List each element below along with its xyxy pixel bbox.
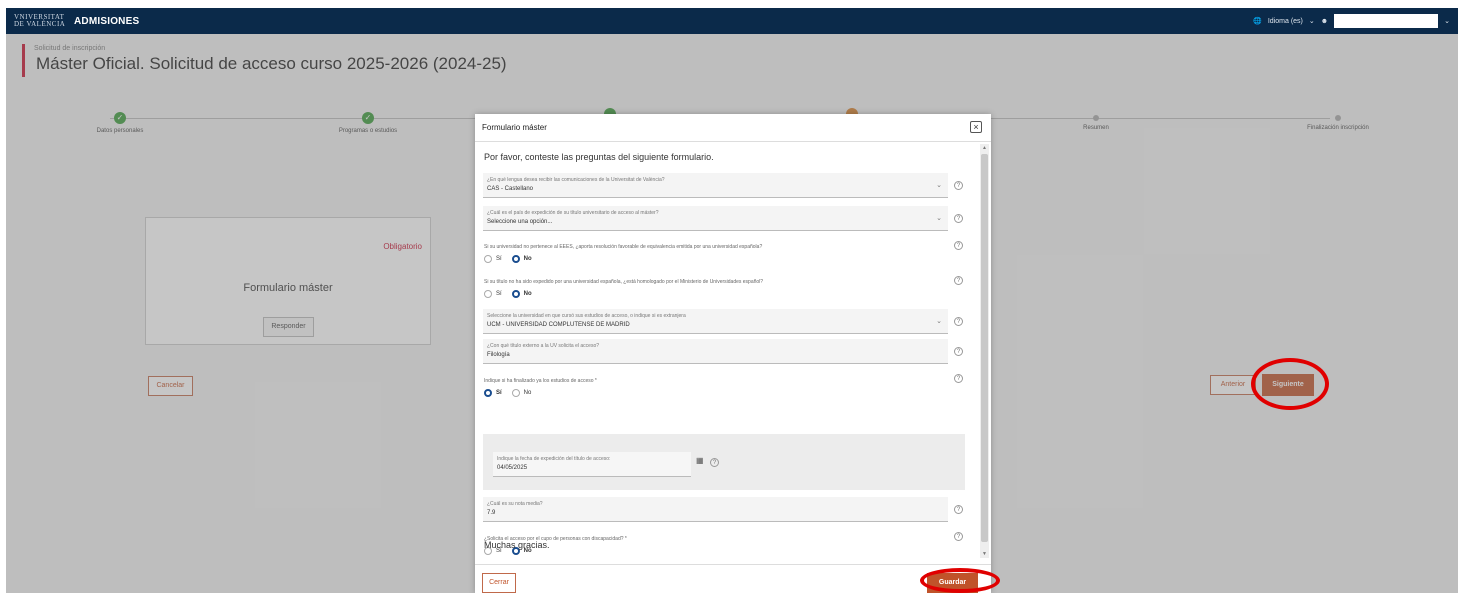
modal-header: Formulario máster × — [475, 114, 991, 142]
help-icon[interactable]: ? — [954, 317, 963, 326]
question-homologation: Si su título no ha sido expedido por una… — [484, 279, 764, 285]
modal-body: Por favor, conteste las preguntas del si… — [475, 142, 977, 562]
modal-title: Formulario máster — [482, 123, 547, 132]
user-menu-chevron-icon[interactable]: ⌄ — [1444, 17, 1450, 25]
close-button[interactable]: Cerrar — [482, 573, 516, 593]
calendar-icon[interactable]: ▦ — [696, 456, 704, 465]
date-panel: Indique la fecha de expedición del títul… — [483, 434, 965, 490]
app-name: ADMISIONES — [74, 15, 140, 27]
chevron-down-icon: ⌄ — [1308, 18, 1315, 25]
close-icon[interactable]: × — [970, 121, 982, 133]
form-intro: Por favor, conteste las preguntas del si… — [484, 152, 714, 162]
top-navigation-bar: VNIVERSITAT DE VALÈNCIA ADMISIONES 🌐 Idi… — [6, 8, 1458, 34]
help-icon[interactable]: ? — [954, 214, 963, 223]
annotation-circle-save — [920, 568, 1000, 593]
university-select[interactable]: Seleccione la universidad en que cursó s… — [483, 309, 948, 334]
language-select[interactable]: ¿En qué lengua desea recibir las comunic… — [483, 173, 948, 198]
issue-date-input[interactable]: Indique la fecha de expedición del títul… — [493, 452, 691, 477]
modal-footer: Cerrar Guardar — [475, 564, 991, 593]
help-icon[interactable]: ? — [954, 505, 963, 514]
radio-yes[interactable] — [484, 290, 492, 298]
help-icon[interactable]: ? — [954, 276, 963, 285]
radio-yes[interactable] — [484, 255, 492, 263]
help-icon[interactable]: ? — [710, 458, 719, 467]
topbar-right: 🌐 Idioma (es) ⌄ ☻ ⌄ — [1253, 14, 1450, 28]
radio-no[interactable] — [511, 389, 520, 397]
language-selector[interactable]: Idioma (es) — [1268, 18, 1303, 25]
radio-no[interactable] — [511, 290, 520, 298]
degree-input[interactable]: ¿Con qué título externo a la UV solicita… — [483, 339, 948, 364]
annotation-circle-next — [1251, 358, 1329, 410]
scroll-down-icon[interactable]: ▼ — [980, 551, 989, 557]
chevron-down-icon: ⌄ — [936, 318, 942, 325]
radio-group-homologation: Sí No — [484, 290, 532, 298]
help-icon[interactable]: ? — [954, 347, 963, 356]
help-icon[interactable]: ? — [954, 181, 963, 190]
help-icon[interactable]: ? — [954, 374, 963, 383]
university-logo[interactable]: VNIVERSITAT DE VALÈNCIA — [14, 14, 66, 28]
country-select[interactable]: ¿Cuál es el país de expedición de su tít… — [483, 206, 948, 231]
scroll-up-icon[interactable]: ▲ — [980, 145, 989, 151]
radio-yes[interactable] — [484, 389, 492, 397]
thanks-text: Muchas gracias. — [484, 540, 550, 550]
user-icon[interactable]: ☻ — [1321, 18, 1328, 25]
modal-scrollbar[interactable]: ▲ ▼ — [980, 144, 989, 558]
chevron-down-icon: ⌄ — [936, 215, 942, 222]
page: VNIVERSITAT DE VALÈNCIA ADMISIONES 🌐 Idi… — [0, 0, 1464, 593]
help-icon[interactable]: ? — [954, 241, 963, 250]
radio-group-finished: Sí No — [484, 389, 531, 397]
chevron-down-icon: ⌄ — [936, 182, 942, 189]
radio-group-equivalence: Sí No — [484, 255, 532, 263]
help-icon[interactable]: ? — [954, 532, 963, 541]
question-equivalence: Si su universidad no pertenece al EEES, … — [484, 244, 763, 250]
radio-no[interactable] — [511, 255, 520, 263]
scrollbar-thumb[interactable] — [981, 154, 988, 542]
form-modal: Formulario máster × Por favor, conteste … — [475, 114, 991, 593]
average-grade-input[interactable]: ¿Cuál es su nota media? 7.9 — [483, 497, 948, 522]
user-name-box[interactable] — [1334, 14, 1439, 28]
globe-icon: 🌐 — [1253, 18, 1262, 25]
question-finished: Indique si ha finalizado ya los estudios… — [484, 378, 597, 384]
